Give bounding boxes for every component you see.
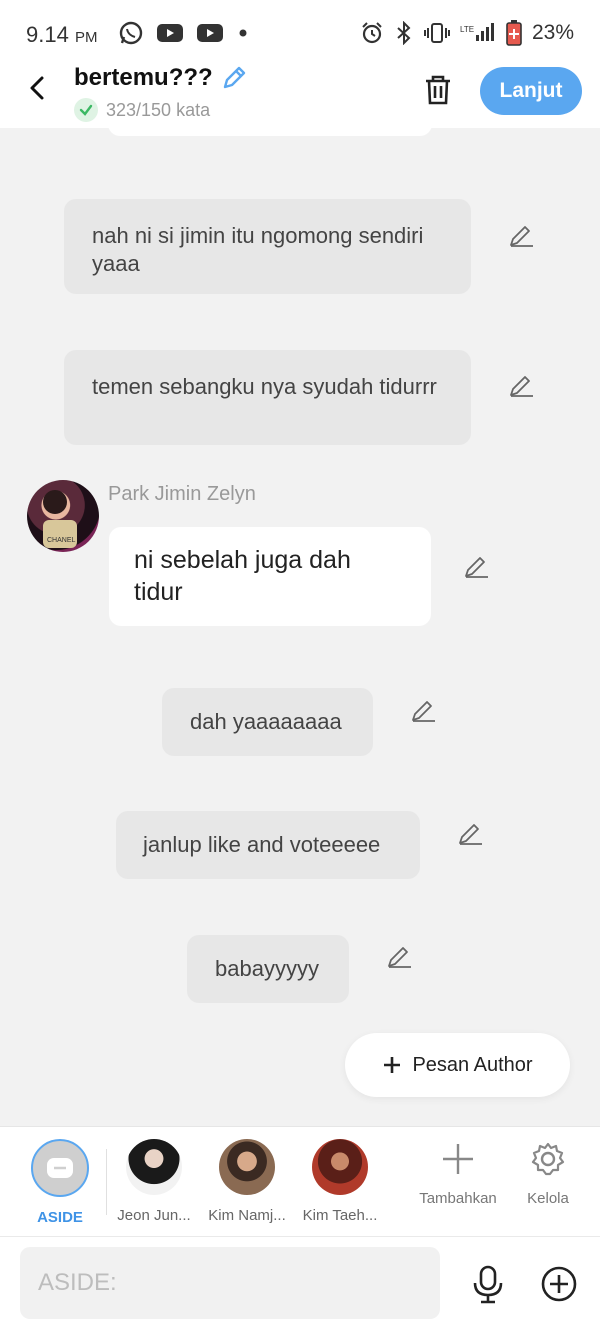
plus-icon xyxy=(443,1144,473,1174)
plus-icon xyxy=(384,1057,401,1073)
edit-message-pencil-icon[interactable] xyxy=(410,698,436,724)
edit-title-pencil-icon[interactable] xyxy=(220,64,248,92)
battery-percent: 23% xyxy=(531,21,574,44)
dot-icon xyxy=(239,29,247,37)
trash-icon[interactable] xyxy=(420,72,456,108)
back-arrow-icon[interactable] xyxy=(22,72,54,104)
youtube-icon xyxy=(157,24,183,42)
character-kim-namjoon[interactable]: Kim Namj... xyxy=(202,1139,292,1224)
battery-icon xyxy=(506,20,522,46)
gear-icon xyxy=(531,1142,565,1176)
check-icon xyxy=(74,98,98,122)
notification-icons xyxy=(118,20,250,46)
avatar xyxy=(312,1139,368,1195)
app-header: bertemu??? 323/150 kata Lanjut xyxy=(0,62,600,128)
vibrate-icon xyxy=(423,23,450,43)
add-attachment-icon[interactable] xyxy=(540,1265,578,1303)
next-button[interactable]: Lanjut xyxy=(480,67,582,115)
message-text: ni sebelah juga dah tidur xyxy=(134,546,351,606)
edit-message-pencil-icon[interactable] xyxy=(386,944,412,970)
alarm-icon xyxy=(362,22,382,44)
avatar xyxy=(126,1139,182,1195)
aside-message-bubble[interactable]: nah ni si jimin itu ngomong sendiri yaaa xyxy=(64,199,471,294)
word-count: 323/150 kata xyxy=(74,98,210,122)
message-text: nah ni si jimin itu ngomong sendiri yaaa xyxy=(92,223,424,276)
author-message-label: Pesan Author xyxy=(412,1053,533,1076)
edit-message-pencil-icon[interactable] xyxy=(463,554,489,580)
character-message-bubble[interactable]: ni sebelah juga dah tidur xyxy=(109,527,431,626)
svg-text:LTE: LTE xyxy=(460,25,474,34)
author-message-button[interactable]: Pesan Author xyxy=(345,1033,570,1097)
edit-message-pencil-icon[interactable] xyxy=(508,223,534,249)
aside-message-bubble[interactable]: dah yaaaaaaaa xyxy=(162,688,373,756)
character-label: Jeon Jun... xyxy=(117,1207,191,1224)
manage-label: Kelola xyxy=(527,1190,569,1207)
chat-area[interactable]: nah ni si jimin itu ngomong sendiri yaaa… xyxy=(0,128,600,1126)
message-text: temen sebangku nya syudah tidurrr xyxy=(92,374,437,399)
status-time: 9.14 PM xyxy=(26,22,98,47)
aside-message-bubble[interactable]: janlup like and voteeeee xyxy=(116,811,420,879)
edit-message-pencil-icon[interactable] xyxy=(457,821,483,847)
youtube-icon xyxy=(197,24,223,42)
character-label: Kim Namj... xyxy=(208,1207,286,1224)
message-text: dah yaaaaaaaa xyxy=(190,709,342,734)
edit-message-pencil-icon[interactable] xyxy=(508,373,534,399)
message-input[interactable] xyxy=(20,1247,440,1319)
aside-message-bubble[interactable]: babayyyyy xyxy=(187,935,349,1003)
compose-bar xyxy=(0,1236,600,1333)
message-icon xyxy=(47,1158,73,1178)
avatar xyxy=(219,1139,275,1195)
aside-avatar xyxy=(31,1139,89,1197)
character-label: Kim Taeh... xyxy=(302,1207,378,1224)
message-text: janlup like and voteeeee xyxy=(143,832,381,857)
word-count-text: 323/150 kata xyxy=(106,99,211,120)
system-icons: LTE 23% xyxy=(360,20,574,46)
character-aside[interactable]: ASIDE xyxy=(15,1139,105,1226)
avatar[interactable]: CHANEL xyxy=(27,480,99,552)
svg-text:CHANEL: CHANEL xyxy=(47,537,76,544)
microphone-icon[interactable] xyxy=(470,1265,506,1305)
aside-message-bubble[interactable]: temen sebangku nya syudah tidurrr xyxy=(64,350,471,445)
sender-name: Park Jimin Zelyn xyxy=(108,483,256,505)
story-title[interactable]: bertemu??? xyxy=(74,64,213,92)
bluetooth-icon xyxy=(397,21,411,45)
signal-icon: LTE xyxy=(460,23,494,41)
divider xyxy=(106,1149,107,1215)
character-selector: ASIDE Jeon Jun... Kim Namj... Kim Taeh..… xyxy=(0,1126,600,1236)
character-jeon-jungkook[interactable]: Jeon Jun... xyxy=(109,1139,199,1224)
message-text: babayyyyy xyxy=(215,956,319,981)
character-kim-taehyung[interactable]: Kim Taeh... xyxy=(295,1139,385,1224)
status-bar: 9.14 PM LTE 23% xyxy=(0,0,600,62)
add-character-label: Tambahkan xyxy=(419,1190,497,1207)
character-label: ASIDE xyxy=(37,1209,83,1226)
whatsapp-icon xyxy=(119,21,143,45)
add-character-button[interactable]: Tambahkan xyxy=(416,1141,500,1207)
previous-message-bubble[interactable] xyxy=(108,128,432,136)
manage-button[interactable]: Kelola xyxy=(520,1141,576,1207)
